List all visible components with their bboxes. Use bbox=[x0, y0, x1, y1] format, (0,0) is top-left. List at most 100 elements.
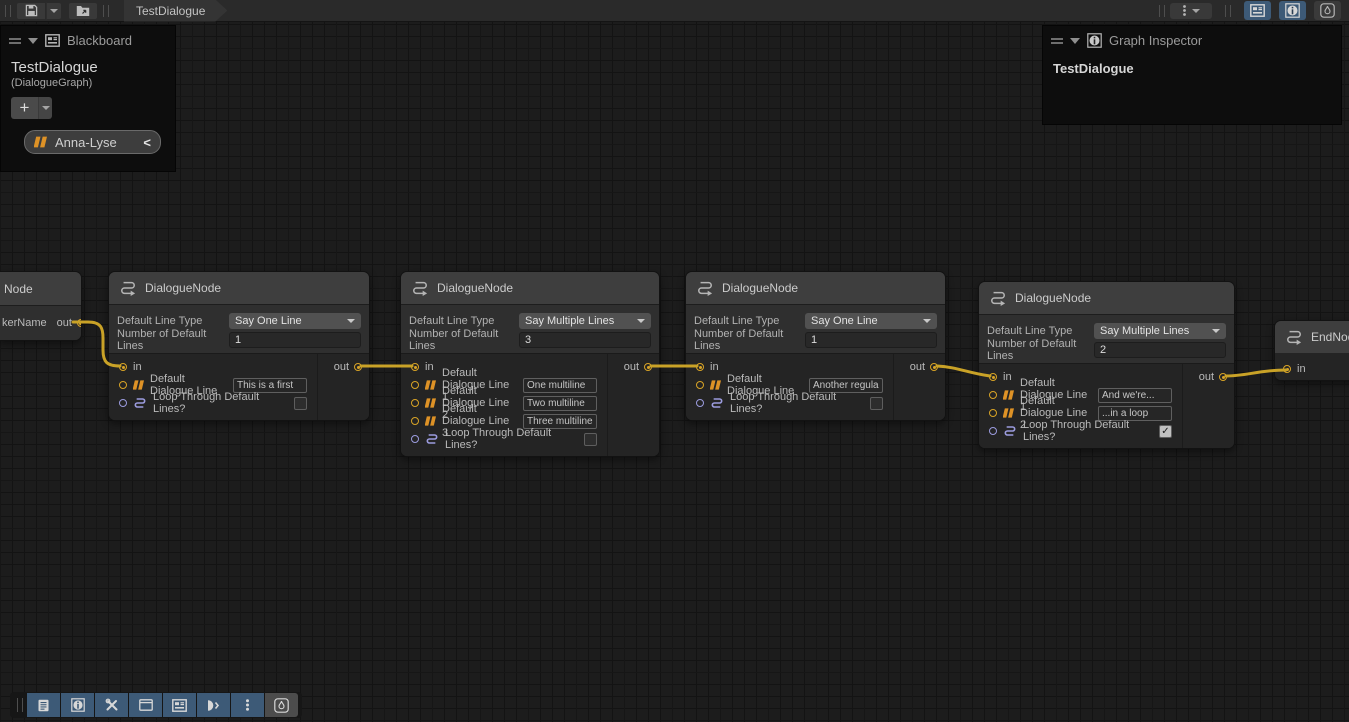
line-type-dropdown[interactable]: Say One Line bbox=[805, 313, 937, 329]
toolbar-drag-handle[interactable] bbox=[103, 5, 109, 17]
in-port[interactable] bbox=[989, 373, 997, 381]
prop-label: Default Line Type bbox=[117, 315, 229, 327]
in-port[interactable] bbox=[119, 363, 127, 371]
dialogue-node-4[interactable]: DialogueNode Default Line Type Say Multi… bbox=[978, 281, 1235, 449]
toggle-tools-button[interactable] bbox=[95, 693, 128, 717]
loop-port[interactable] bbox=[696, 399, 704, 407]
toggle-blackboard-button[interactable] bbox=[1244, 1, 1271, 20]
dialogue-line-port[interactable] bbox=[119, 381, 127, 389]
out-port[interactable] bbox=[644, 363, 652, 371]
in-port-label: in bbox=[133, 361, 142, 373]
toggle-preview-button[interactable] bbox=[265, 693, 298, 717]
open-asset-button[interactable] bbox=[68, 2, 98, 20]
num-lines-field[interactable]: 1 bbox=[805, 332, 937, 348]
drag-handle-icon[interactable] bbox=[1051, 38, 1063, 44]
document-icon bbox=[37, 699, 50, 712]
end-node[interactable]: EndNode in bbox=[1274, 320, 1349, 381]
in-port-label: in bbox=[425, 361, 434, 373]
loop-checkbox[interactable]: ✓ bbox=[1159, 425, 1172, 438]
toggle-preview-button[interactable] bbox=[1314, 1, 1341, 20]
node-title-bar[interactable]: DialogueNode bbox=[109, 272, 369, 304]
collapse-chevron-icon[interactable]: < bbox=[143, 135, 151, 150]
drag-handle-icon[interactable] bbox=[9, 38, 21, 44]
node-title-bar[interactable]: DialogueNode bbox=[686, 272, 945, 304]
out-port[interactable] bbox=[930, 363, 938, 371]
loop-port[interactable] bbox=[989, 427, 997, 435]
dialogue-node-icon bbox=[696, 280, 714, 296]
node-properties: Default Line Type Say One Line Number of… bbox=[109, 304, 369, 354]
foldout-triangle-icon[interactable] bbox=[1070, 38, 1080, 44]
num-lines-field[interactable]: 1 bbox=[229, 332, 361, 348]
loop-checkbox[interactable] bbox=[870, 397, 883, 410]
dialogue-node-icon bbox=[411, 280, 429, 296]
node-title-bar[interactable]: Node bbox=[0, 272, 81, 305]
num-lines-field[interactable]: 3 bbox=[519, 332, 651, 348]
speaker-node-partial[interactable]: Node kerName out bbox=[0, 271, 82, 341]
overflow-menu-button[interactable] bbox=[231, 693, 264, 717]
dialogue-node-1[interactable]: DialogueNode Default Line Type Say One L… bbox=[108, 271, 370, 421]
toggle-playback-button[interactable] bbox=[197, 693, 230, 717]
dialogue-line-field[interactable]: And we're... bbox=[1098, 388, 1172, 403]
out-port-label: out bbox=[1199, 371, 1214, 383]
save-options-dropdown[interactable] bbox=[46, 2, 62, 20]
graph-canvas[interactable]: Node kerName out DialogueNode Default Li… bbox=[0, 0, 1349, 722]
node-title-bar[interactable]: EndNode bbox=[1275, 321, 1349, 353]
save-button[interactable] bbox=[16, 2, 46, 20]
blackboard-property-anna-lyse[interactable]: Anna-Lyse < bbox=[24, 130, 161, 154]
node-title-bar[interactable]: DialogueNode bbox=[401, 272, 659, 304]
bottom-toolbar bbox=[10, 692, 302, 718]
toggle-inspector-button[interactable] bbox=[61, 693, 94, 717]
loop-port[interactable] bbox=[411, 435, 419, 443]
breadcrumb-tab-testdialogue[interactable]: TestDialogue bbox=[124, 0, 227, 22]
window-icon bbox=[139, 699, 153, 711]
num-lines-field[interactable]: 2 bbox=[1094, 342, 1226, 358]
dialogue-line-port[interactable] bbox=[411, 399, 419, 407]
in-port[interactable] bbox=[411, 363, 419, 371]
folder-icon bbox=[76, 5, 90, 17]
chevron-down-icon bbox=[1192, 9, 1200, 13]
line-type-dropdown[interactable]: Say One Line bbox=[229, 313, 361, 329]
node-title-bar[interactable]: DialogueNode bbox=[979, 282, 1234, 314]
dialogue-line-port[interactable] bbox=[696, 381, 704, 389]
node-title-label: DialogueNode bbox=[722, 281, 798, 295]
dialogue-line-port[interactable] bbox=[989, 409, 997, 417]
prop-label: Number of Default Lines bbox=[409, 328, 519, 352]
toggle-console-button[interactable] bbox=[27, 693, 60, 717]
dialogue-line-field[interactable]: One multiline bbox=[523, 378, 597, 393]
quote-icon bbox=[133, 380, 144, 390]
toolbar-drag-handle[interactable] bbox=[17, 698, 23, 712]
chevron-down-icon bbox=[347, 319, 355, 323]
line-type-dropdown[interactable]: Say Multiple Lines bbox=[1094, 323, 1226, 339]
dialogue-line-field[interactable]: Two multiline bbox=[523, 396, 597, 411]
in-port[interactable] bbox=[1283, 365, 1291, 373]
dialogue-node-3[interactable]: DialogueNode Default Line Type Say One L… bbox=[685, 271, 946, 421]
dialogue-node-2[interactable]: DialogueNode Default Line Type Say Multi… bbox=[400, 271, 660, 457]
toolbar-drag-handle[interactable] bbox=[5, 5, 11, 17]
toggle-window-button[interactable] bbox=[129, 693, 162, 717]
foldout-triangle-icon[interactable] bbox=[28, 38, 38, 44]
toolbar-drag-handle[interactable] bbox=[1225, 5, 1231, 17]
graph-inspector-panel[interactable]: Graph Inspector TestDialogue bbox=[1042, 25, 1342, 125]
out-port[interactable] bbox=[354, 363, 362, 371]
overflow-menu-button[interactable] bbox=[1170, 3, 1212, 19]
dialogue-line-port[interactable] bbox=[411, 381, 419, 389]
blackboard-panel[interactable]: Blackboard TestDialogue (DialogueGraph) … bbox=[0, 25, 176, 172]
loop-checkbox[interactable] bbox=[294, 397, 307, 410]
toggle-inspector-button[interactable] bbox=[1279, 1, 1306, 20]
add-property-dropdown[interactable] bbox=[38, 97, 52, 119]
out-port[interactable] bbox=[1219, 373, 1227, 381]
add-property-button[interactable]: + bbox=[11, 97, 38, 119]
prop-label: Default Line Type bbox=[987, 325, 1094, 337]
out-port[interactable] bbox=[77, 319, 82, 327]
dialogue-line-port[interactable] bbox=[411, 417, 419, 425]
blackboard-graph-name[interactable]: TestDialogue bbox=[1, 53, 175, 76]
in-port[interactable] bbox=[696, 363, 704, 371]
dialogue-line-port[interactable] bbox=[989, 391, 997, 399]
prop-label: Number of Default Lines bbox=[987, 338, 1094, 362]
loop-checkbox[interactable] bbox=[584, 433, 597, 446]
quote-icon bbox=[425, 380, 436, 390]
loop-port[interactable] bbox=[119, 399, 127, 407]
line-type-dropdown[interactable]: Say Multiple Lines bbox=[519, 313, 651, 329]
toolbar-drag-handle[interactable] bbox=[1159, 5, 1165, 17]
toggle-blackboard-button[interactable] bbox=[163, 693, 196, 717]
